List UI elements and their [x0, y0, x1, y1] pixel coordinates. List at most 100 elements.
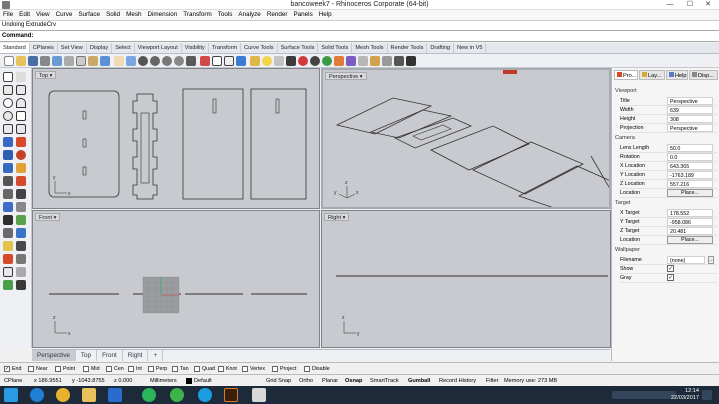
osnap-disable[interactable]: Disable: [304, 365, 330, 373]
toolbar-more-icon[interactable]: [382, 56, 392, 66]
tab-surface-tools[interactable]: Surface Tools: [278, 43, 319, 53]
rhino-icon[interactable]: [252, 388, 266, 402]
tab-mesh-tools[interactable]: Mesh Tools: [352, 43, 388, 53]
select-arrow-icon[interactable]: [3, 72, 13, 82]
status-layer[interactable]: Default: [194, 377, 212, 385]
vp-tab-right[interactable]: Right: [123, 350, 149, 361]
undo-icon[interactable]: [100, 56, 110, 66]
new-file-icon[interactable]: [4, 56, 14, 66]
menu-analyze[interactable]: Analyze: [235, 10, 263, 20]
select-all-icon[interactable]: [200, 56, 210, 66]
osnap-near[interactable]: Near: [28, 365, 47, 373]
panel-tab-layers[interactable]: Lay...: [639, 70, 665, 80]
edge-browser-icon[interactable]: [30, 388, 44, 402]
row-height-value[interactable]: 308: [667, 115, 713, 123]
osnap-end-checkbox[interactable]: ✓: [4, 365, 10, 372]
array-icon[interactable]: [16, 241, 26, 251]
osnap-vertex-checkbox[interactable]: [242, 365, 248, 372]
show-checkbox[interactable]: ✓: [667, 265, 674, 272]
z-target-field[interactable]: 20.481: [667, 227, 713, 235]
tab-standard[interactable]: Standard: [0, 43, 30, 53]
layer-icon[interactable]: [250, 56, 260, 66]
render-tool-icon[interactable]: [16, 280, 26, 290]
panel-tab-help[interactable]: Help: [666, 70, 688, 80]
split-icon[interactable]: [3, 189, 13, 199]
group-icon[interactable]: [16, 202, 26, 212]
import-icon[interactable]: [52, 56, 62, 66]
osnap-project-checkbox[interactable]: [272, 365, 278, 372]
four-viewports-icon[interactable]: [212, 56, 222, 66]
menu-render[interactable]: Render: [264, 10, 291, 20]
row-title-value[interactable]: Perspective: [667, 97, 713, 105]
status-units[interactable]: Millimeters: [150, 377, 177, 385]
ellipse-icon[interactable]: [3, 111, 13, 121]
tab-new-in-v5[interactable]: New in V5: [454, 43, 487, 53]
status-smarttrack[interactable]: SmartTrack: [370, 377, 399, 385]
osnap-cen-checkbox[interactable]: [106, 365, 112, 372]
zoom-window-icon[interactable]: [150, 56, 160, 66]
tab-drafting[interactable]: Drafting: [427, 43, 454, 53]
point-icon[interactable]: [16, 72, 26, 82]
osnap-project[interactable]: Project: [272, 365, 297, 373]
sun-icon[interactable]: [406, 56, 416, 66]
menu-mesh[interactable]: Mesh: [123, 10, 144, 20]
x-target-field[interactable]: 178.552: [667, 209, 713, 217]
osnap-knot[interactable]: Knot: [218, 365, 237, 373]
scale-icon[interactable]: [16, 228, 26, 238]
osnap-tan-checkbox[interactable]: [172, 365, 178, 372]
menu-file[interactable]: File: [0, 10, 16, 20]
status-cplane[interactable]: CPlane: [4, 377, 22, 385]
minimize-button[interactable]: —: [661, 0, 679, 10]
osnap-vertex[interactable]: Vertex: [242, 365, 265, 373]
material-icon[interactable]: [298, 56, 308, 66]
status-ortho[interactable]: Ortho: [299, 377, 313, 385]
mirror-icon[interactable]: [3, 241, 13, 251]
status-record-history[interactable]: Record History: [439, 377, 476, 385]
curve-icon[interactable]: [16, 85, 26, 95]
command-input[interactable]: [35, 31, 635, 39]
status-osnap[interactable]: Osnap: [345, 377, 362, 385]
y-location-field[interactable]: -1763.189: [667, 171, 713, 179]
osnap-mid[interactable]: Mid: [83, 365, 100, 373]
zoom-extents-icon[interactable]: [162, 56, 172, 66]
zoom-icon[interactable]: [138, 56, 148, 66]
paste-icon[interactable]: [88, 56, 98, 66]
copy-object-icon[interactable]: [16, 215, 26, 225]
gray-checkbox[interactable]: ✓: [667, 274, 674, 281]
menu-panels[interactable]: Panels: [290, 10, 315, 20]
browse-button[interactable]: …: [708, 256, 714, 264]
menu-help[interactable]: Help: [316, 10, 335, 20]
tab-transform[interactable]: Transform: [209, 43, 242, 53]
row-width-value[interactable]: 639: [667, 106, 713, 114]
rotation-field[interactable]: 0.0: [667, 153, 713, 161]
tab-curve-tools[interactable]: Curve Tools: [241, 43, 278, 53]
vp-tab-top[interactable]: Top: [76, 350, 98, 361]
target-place-button[interactable]: Place...: [667, 236, 713, 244]
tab-render-tools[interactable]: Render Tools: [388, 43, 428, 53]
chrome-icon[interactable]: [56, 388, 70, 402]
polygon-icon[interactable]: [3, 124, 13, 134]
cut-icon[interactable]: [64, 56, 74, 66]
illustrator-icon[interactable]: [224, 388, 238, 402]
tab-viewport-layout[interactable]: Viewport Layout: [135, 43, 182, 53]
camera-place-button[interactable]: Place...: [667, 189, 713, 197]
rectangle-icon[interactable]: [16, 111, 26, 121]
menu-tools[interactable]: Tools: [215, 10, 236, 20]
boolean-icon[interactable]: [16, 163, 26, 173]
osnap-point[interactable]: Point: [55, 365, 75, 373]
dimension-icon[interactable]: [394, 56, 404, 66]
circle-icon[interactable]: [3, 98, 13, 108]
layer-color-swatch[interactable]: [186, 378, 192, 384]
osnap-tan[interactable]: Tan: [172, 365, 189, 373]
join-icon[interactable]: [16, 189, 26, 199]
status-grid-snap[interactable]: Grid Snap: [266, 377, 291, 385]
undo-view-icon[interactable]: [186, 56, 196, 66]
solid-box-icon[interactable]: [3, 150, 13, 160]
dimension-tool-icon[interactable]: [16, 254, 26, 264]
help-icon[interactable]: [346, 56, 356, 66]
tab-select[interactable]: Select: [112, 43, 135, 53]
osnap-knot-checkbox[interactable]: [218, 365, 224, 372]
analyze-icon[interactable]: [358, 56, 368, 66]
surface-icon[interactable]: [3, 137, 13, 147]
osnap-end[interactable]: ✓ End: [4, 365, 21, 373]
